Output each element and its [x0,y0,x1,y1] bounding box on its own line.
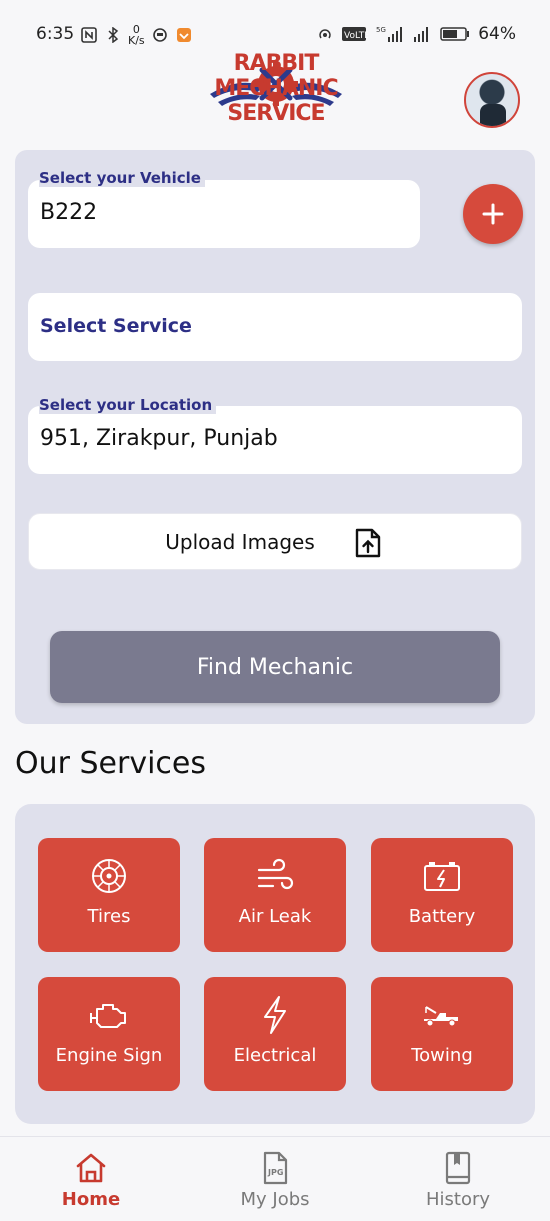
service-label: Air Leak [238,906,312,927]
home-icon [76,1153,106,1183]
upload-images-button[interactable]: Upload Images [28,513,522,570]
app-notification-icon [152,28,167,42]
booking-form-card: B222 Select your Vehicle Select Service … [15,150,535,724]
nav-my-jobs[interactable]: JPG My Jobs [205,1151,345,1210]
location-value: 951, Zirakpur, Punjab [40,426,278,451]
services-grid: Tires Air Leak Battery Engine Sign Elect… [15,804,535,1124]
nav-label-history: History [425,1189,491,1210]
service-label: Electrical [233,1045,317,1066]
service-tile-tires[interactable]: Tires [38,838,180,952]
app-logo: RABBIT MECHANIC SERVICE [170,51,382,132]
file-upload-icon [355,528,381,558]
bottom-navigation: Home JPG My Jobs History [0,1136,550,1221]
avatar[interactable] [464,72,520,128]
services-title: Our Services [15,746,207,781]
jpg-file-icon: JPG [263,1151,288,1185]
volte-icon: VoLTE [342,27,368,41]
tire-icon [92,859,126,893]
svg-text:5G: 5G [376,26,386,34]
wind-icon [257,858,294,890]
signal-5g-icon: 5G [376,26,403,42]
service-label: Tires [87,906,131,927]
service-tile-battery[interactable]: Battery [371,838,513,952]
vehicle-label: Select your Vehicle [39,169,205,187]
svg-text:VoLTE: VoLTE [344,31,368,41]
logo-text: RABBIT MECHANIC SERVICE [214,51,338,126]
battery-icon [424,862,460,891]
nav-history[interactable]: History [388,1151,528,1210]
upload-label: Upload Images [165,530,315,554]
location-field[interactable]: 951, Zirakpur, Punjab [28,406,522,474]
location-label: Select your Location [39,396,217,414]
vehicle-value: B222 [40,200,98,225]
lightning-icon [264,996,286,1034]
service-select[interactable]: Select Service [28,293,522,361]
service-tile-towing[interactable]: Towing [371,977,513,1091]
service-tile-air-leak[interactable]: Air Leak [204,838,346,952]
service-select-label: Select Service [40,315,192,337]
battery-percent: 64% [478,24,516,44]
plus-icon [482,203,504,225]
svg-text:JPG: JPG [267,1168,283,1177]
nav-label-home: Home [61,1189,121,1210]
service-tile-engine-sign[interactable]: Engine Sign [38,977,180,1091]
engine-icon [90,1004,126,1028]
signal-icon [414,27,429,42]
service-label: Battery [408,906,476,927]
tow-truck-icon [424,1006,458,1027]
vehicle-field[interactable]: B222 [28,180,420,248]
service-tile-electrical[interactable]: Electrical [204,977,346,1091]
book-icon [445,1151,471,1185]
bluetooth-icon [108,27,119,43]
service-label: Towing [411,1045,473,1066]
net-speed: 0 K/s [128,23,145,47]
app-notification-icon-2 [176,28,191,42]
status-time: 6:35 [36,24,75,44]
add-vehicle-button[interactable] [463,184,523,244]
nav-home[interactable]: Home [21,1151,161,1210]
hotspot-icon [319,29,331,39]
nfc-icon [81,27,97,43]
service-label: Engine Sign [55,1045,163,1066]
battery-status-icon [440,27,470,41]
nav-label-my-jobs: My Jobs [240,1189,310,1210]
find-mechanic-button[interactable]: Find Mechanic [50,631,500,703]
app-header: RABBIT MECHANIC SERVICE [0,51,550,142]
